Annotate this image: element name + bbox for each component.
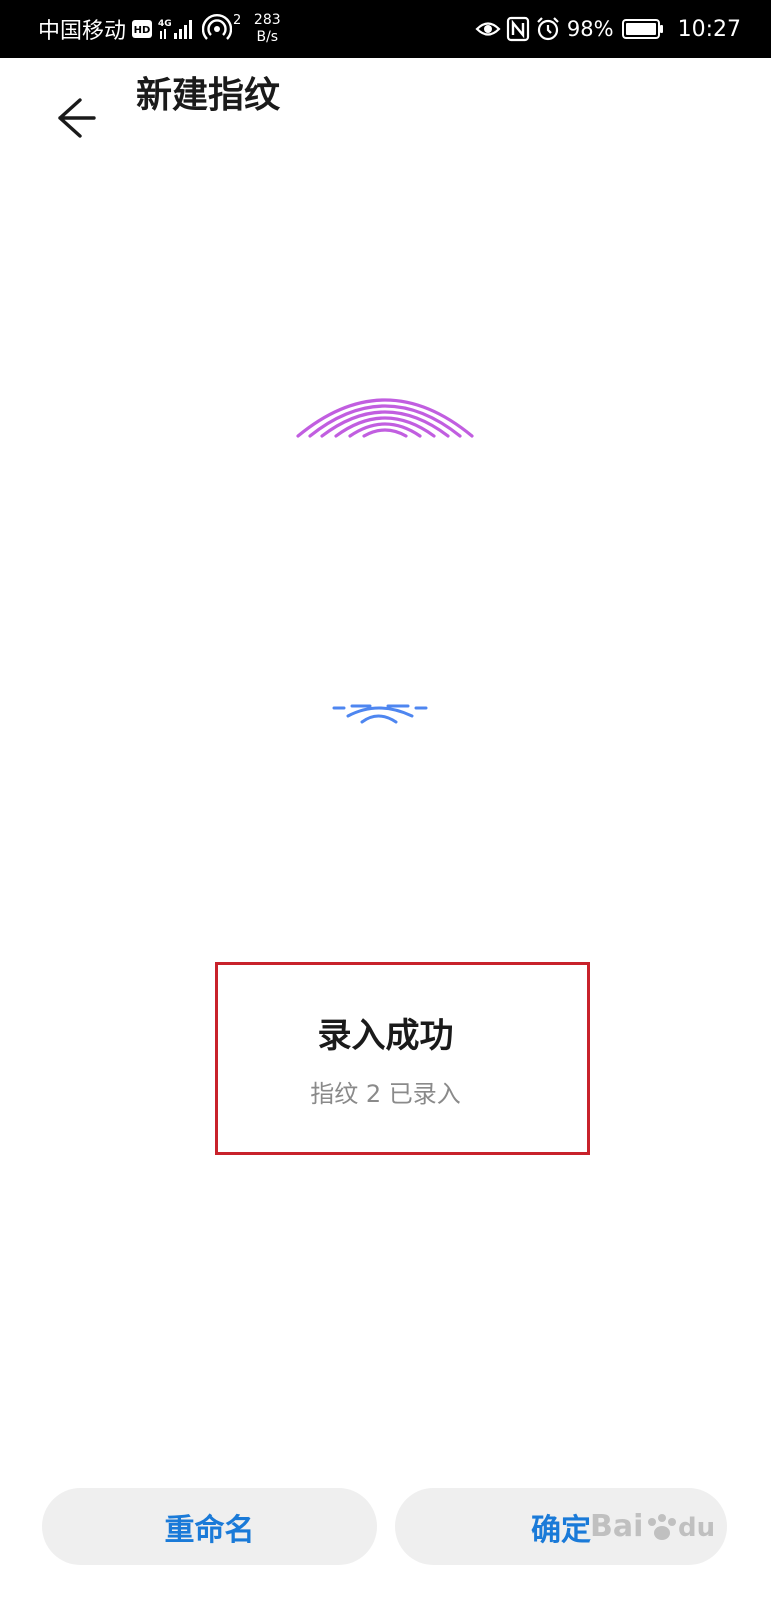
nfc-icon (505, 16, 531, 42)
alarm-icon (535, 16, 561, 42)
speed-value: 283 (253, 12, 281, 28)
carrier-label: 中国移动 (38, 19, 127, 44)
hotspot-count: 2 (233, 12, 242, 28)
fingerprint-icon (290, 380, 480, 440)
battery-percent: 98% (566, 17, 614, 41)
app-toolbar (0, 58, 771, 178)
status-bar-left: 中国移动 HD 4G 2 283 B/s (38, 0, 285, 58)
baidu-watermark-logo: Bai du (590, 1500, 730, 1550)
rename-button[interactable]: 重命名 (42, 1488, 377, 1565)
signal-icon: 4G (158, 17, 198, 41)
svg-text:Bai: Bai (590, 1509, 643, 1544)
status-bar-right: 98% 10:27 (475, 0, 741, 58)
confirm-button-label: 确定 (531, 1512, 591, 1548)
result-highlight-box (215, 962, 590, 1155)
hotspot-icon (201, 14, 233, 44)
eye-comfort-icon (475, 16, 501, 42)
clock-time: 10:27 (677, 16, 741, 42)
svg-text:HD: HD (134, 25, 151, 36)
hd-icon: HD (132, 20, 153, 38)
svg-text:4G: 4G (158, 19, 172, 29)
page-title: 新建指纹 (136, 75, 281, 116)
battery-icon (621, 18, 664, 40)
network-speed: 283 B/s (249, 12, 285, 46)
status-bar: 中国移动 HD 4G 2 283 B/s 98% 10:27 (0, 0, 771, 58)
back-arrow-icon (48, 98, 104, 148)
fingerprint-bottom-icon (330, 700, 430, 724)
enroll-success-title: 录入成功 (317, 1016, 454, 1056)
enroll-success-subtitle: 指纹 2 已录入 (310, 1080, 461, 1108)
rename-button-label: 重命名 (164, 1512, 255, 1548)
back-button[interactable] (48, 88, 104, 144)
speed-unit: B/s (256, 29, 279, 45)
svg-text:du: du (678, 1513, 715, 1543)
